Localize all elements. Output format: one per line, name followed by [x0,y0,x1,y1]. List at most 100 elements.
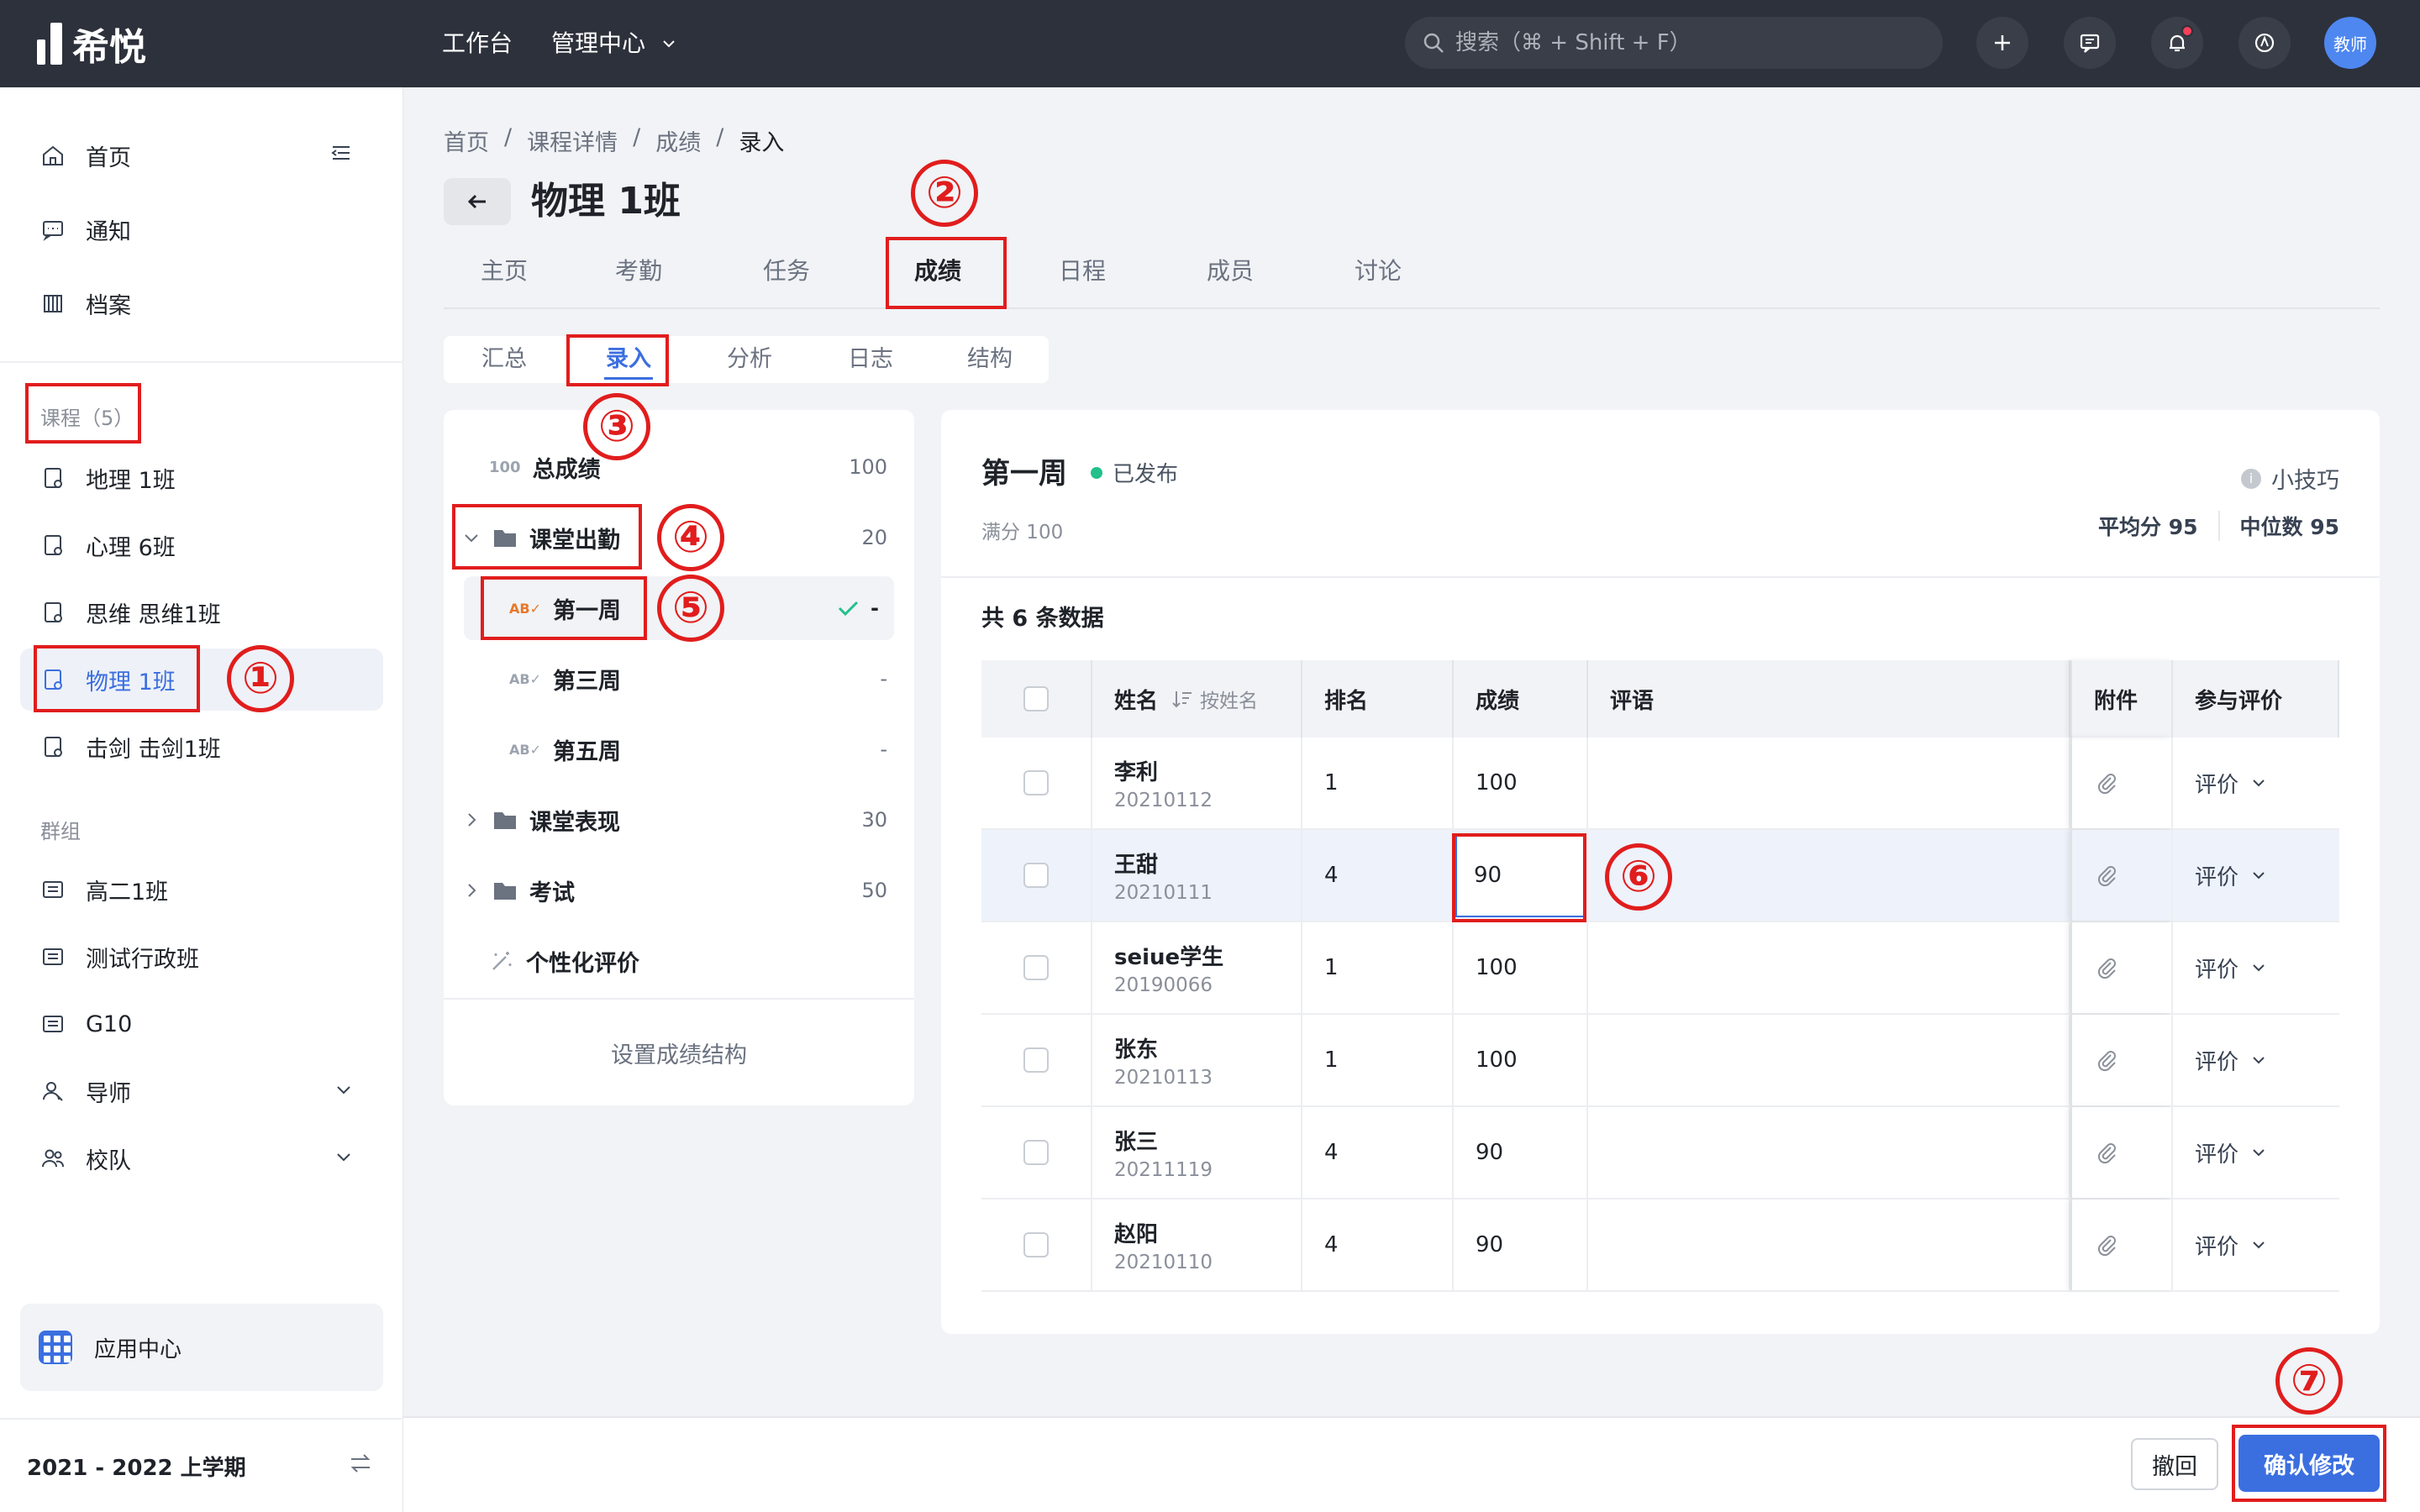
row-checkbox[interactable] [1023,1047,1049,1073]
search-input[interactable] [1455,30,1926,55]
sidebar-course-psychology[interactable]: 心理 6班 [20,514,383,576]
avatar[interactable]: 教师 [2324,17,2376,69]
paperclip-icon[interactable] [2094,770,2119,795]
student-name[interactable]: 张东 [1114,1032,1213,1063]
tree-node-exam[interactable]: 考试 50 [444,858,914,922]
comment-cell[interactable] [1588,1015,2070,1105]
sidebar-group-g10[interactable]: G10 [20,993,383,1055]
score-cell[interactable]: 100 [1454,738,1588,828]
sidebar-group-admin[interactable]: 测试行政班 [20,926,383,988]
chevron-right-icon[interactable] [462,881,481,900]
sidebar-course-physics[interactable]: 物理 1班 [20,648,383,711]
brand-logo[interactable]: 希悦 [37,20,146,69]
search-box[interactable] [1405,17,1943,69]
breadcrumb-course-detail[interactable]: 课程详情 [527,124,618,157]
chevron-down-icon[interactable] [334,1079,353,1105]
sidebar-course-fencing[interactable]: 击剑 击剑1班 [20,716,383,778]
subtab-structure[interactable]: 结构 [931,336,1049,383]
help-button[interactable] [2238,17,2291,69]
comment-cell[interactable] [1588,738,2070,828]
tree-node-week3[interactable]: AB✓ 第三周 - [444,647,914,711]
nav-management-center[interactable]: 管理中心 [551,25,677,62]
sidebar-item-label: 心理 6班 [86,534,176,561]
panel-divider [941,576,2380,578]
sidebar-group-mentor[interactable]: 导师 [20,1060,383,1122]
student-name[interactable]: 张三 [1114,1125,1213,1156]
row-checkbox[interactable] [1023,1232,1049,1257]
evaluate-dropdown[interactable]: 评价 [2195,953,2267,984]
set-grade-structure-button[interactable]: 设置成绩结构 [444,998,914,1105]
semester-switcher[interactable]: 2021 - 2022 上学期 [0,1418,403,1512]
tree-node-week5[interactable]: AB✓ 第五周 - [444,717,914,781]
tree-node-total[interactable]: 100 总成绩 100 [444,435,914,499]
comment-cell[interactable] [1588,1200,2070,1290]
tree-node-performance[interactable]: 课堂表现 30 [444,788,914,852]
row-checkbox[interactable] [1023,770,1049,795]
breadcrumb-grades[interactable]: 成绩 [655,124,701,157]
subtab-summary[interactable]: 汇总 [444,336,565,383]
sidebar-course-thinking[interactable]: 思维 思维1班 [20,581,383,643]
evaluate-dropdown[interactable]: 评价 [2195,1230,2267,1261]
score-input[interactable] [1455,833,1586,917]
comment-cell[interactable] [1588,922,2070,1013]
student-id: 20210113 [1114,1066,1213,1089]
row-checkbox[interactable] [1023,1140,1049,1165]
collapse-sidebar-icon[interactable] [329,141,353,171]
paperclip-icon[interactable] [2094,1140,2119,1165]
paperclip-icon[interactable] [2094,1232,2119,1257]
score-cell[interactable]: 90 [1454,1200,1588,1290]
tree-node-personal[interactable]: 个性化评价 [444,929,914,993]
tab-members[interactable]: 成员 [1170,242,1291,307]
comment-cell[interactable] [1588,1107,2070,1198]
select-all-checkbox[interactable] [1023,686,1049,711]
sort-control[interactable]: 按姓名 [1171,685,1258,713]
evaluate-dropdown[interactable]: 评价 [2195,860,2267,891]
paperclip-icon[interactable] [2094,955,2119,980]
tab-attendance[interactable]: 考勤 [578,242,699,307]
evaluate-dropdown[interactable]: 评价 [2195,768,2267,799]
messages-button[interactable] [2064,17,2116,69]
score-cell[interactable]: 100 [1454,1015,1588,1105]
breadcrumb-home[interactable]: 首页 [444,124,489,157]
course-icon [39,665,67,694]
evaluate-dropdown[interactable]: 评价 [2195,1137,2267,1168]
chevron-down-icon[interactable] [334,1146,353,1172]
sidebar-item-archive[interactable]: 档案 [20,272,383,334]
score-cell[interactable]: 100 [1454,922,1588,1013]
student-name[interactable]: seiue学生 [1114,940,1223,971]
sidebar-group-team[interactable]: 校队 [20,1127,383,1189]
sidebar-item-notifications[interactable]: 通知 [20,198,383,260]
app-center-button[interactable]: 应用中心 [20,1304,383,1391]
paperclip-icon[interactable] [2094,863,2119,888]
chevron-right-icon[interactable] [462,811,481,829]
tab-discussion[interactable]: 讨论 [1318,242,1439,307]
subtab-log[interactable]: 日志 [810,336,931,383]
confirm-changes-button[interactable]: 确认修改 [2238,1435,2380,1492]
undo-button[interactable]: 撤回 [2131,1438,2218,1490]
evaluate-dropdown[interactable]: 评价 [2195,1045,2267,1076]
sidebar-course-geography[interactable]: 地理 1班 [20,447,383,509]
score-cell[interactable]: 90 [1454,1107,1588,1198]
sidebar-group-g2-1[interactable]: 高二1班 [20,858,383,921]
paperclip-icon[interactable] [2094,1047,2119,1073]
row-checkbox[interactable] [1023,955,1049,980]
chevron-down-icon[interactable] [462,528,481,547]
row-checkbox[interactable] [1023,863,1049,888]
subtab-entry[interactable]: 录入 [568,336,689,383]
nav-workbench[interactable]: 工作台 [442,25,513,62]
student-name[interactable]: 赵阳 [1114,1217,1213,1248]
notifications-button[interactable] [2151,17,2203,69]
student-name[interactable]: 李利 [1114,755,1213,786]
tips-link[interactable]: i 小技巧 [2241,462,2339,495]
header-name[interactable]: 姓名 按姓名 [1092,660,1302,738]
subtab-analysis[interactable]: 分析 [689,336,810,383]
sidebar-item-home[interactable]: 首页 [20,124,383,186]
switch-icon[interactable] [348,1451,373,1482]
tab-grades[interactable]: 成绩 [881,242,995,309]
tab-tasks[interactable]: 任务 [726,242,847,307]
add-button[interactable] [1976,17,2028,69]
back-button[interactable] [444,178,511,225]
tab-home[interactable]: 主页 [444,242,565,307]
student-name[interactable]: 王甜 [1114,848,1213,879]
tab-schedule[interactable]: 日程 [1022,242,1143,307]
